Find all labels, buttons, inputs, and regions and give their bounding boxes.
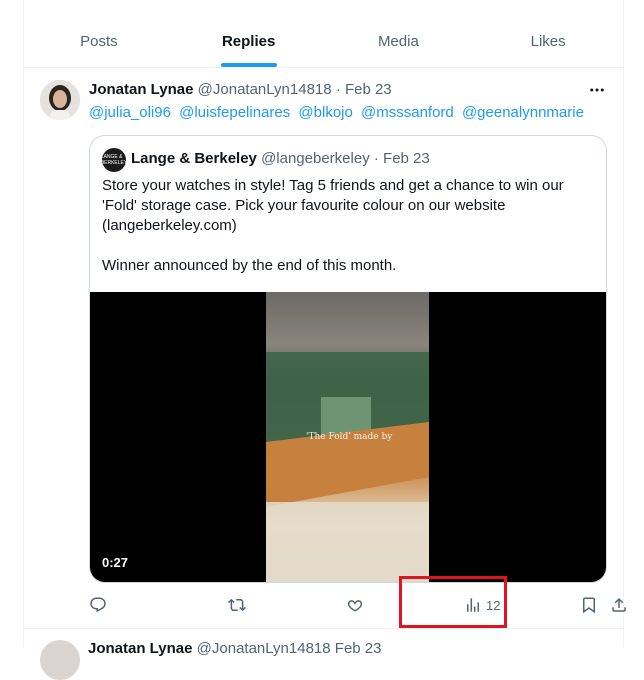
reply-icon [90, 597, 106, 613]
more-options-button[interactable] [587, 80, 607, 100]
active-tab-indicator [220, 63, 277, 67]
avatar-image [40, 80, 80, 120]
mention-link[interactable]: @msssanford [361, 104, 454, 121]
mention-link[interactable]: @geenalynnmarie [462, 104, 584, 121]
author-handle[interactable]: @JonatanLyn14818 [197, 640, 331, 657]
tab-replies[interactable]: Replies [174, 0, 324, 67]
tweet-header: Jonatan Lynae @JonatanLyn14818 · Feb 23 [89, 81, 392, 98]
heart-icon [347, 600, 363, 612]
quote-avatar[interactable]: LANGE & BERKELEY [101, 148, 127, 172]
share-button[interactable] [610, 593, 628, 617]
tab-label: Replies [221, 33, 276, 50]
tab-likes[interactable]: Likes [473, 0, 623, 67]
mention-link[interactable]: @julia_oli96 [89, 104, 171, 121]
reply-button[interactable] [89, 593, 107, 617]
more-icon [590, 88, 604, 92]
mention-link[interactable]: @luisfepelinares [179, 104, 290, 121]
video-duration: 0:27 [102, 555, 129, 570]
avatar[interactable] [40, 640, 80, 680]
repost-button[interactable] [228, 593, 246, 617]
video-player[interactable]: 'The Fold' made by 0:27 [90, 292, 606, 582]
bookmark-icon [583, 597, 595, 614]
annotation-highlight-box [399, 576, 507, 628]
tab-label: Posts [80, 33, 118, 50]
author-handle[interactable]: @JonatanLyn14818 [198, 81, 332, 98]
profile-timeline: Posts Replies Media Likes Jonatan Lynae … [23, 0, 626, 680]
tweet-actions: 12 [89, 593, 626, 617]
tweet-date[interactable]: Feb 23 [345, 81, 392, 98]
quote-author-handle[interactable]: @langeberkeley [261, 150, 370, 167]
quote-date[interactable]: Feb 23 [383, 150, 430, 167]
quote-author-name[interactable]: Lange & Berkeley [131, 150, 257, 167]
tab-label: Likes [530, 33, 566, 50]
avatar[interactable] [40, 80, 80, 120]
tweet-date[interactable]: Feb 23 [335, 640, 382, 657]
profile-tabs: Posts Replies Media Likes [24, 0, 623, 68]
tab-posts[interactable]: Posts [24, 0, 174, 67]
separator-dot: · [335, 81, 341, 98]
like-button[interactable] [346, 593, 364, 617]
reply-tweet[interactable]: Jonatan Lynae @JonatanLyn14818 · Feb 23 … [24, 68, 626, 629]
quote-text: Store your watches in style! Tag 5 frien… [102, 176, 594, 276]
mention-link[interactable]: @blkojo [298, 104, 352, 121]
quote-text-paragraph: Winner announced by the end of this mont… [102, 257, 397, 274]
separator-dot: · [373, 150, 379, 167]
author-name[interactable]: Jonatan Lynae [89, 81, 193, 98]
quote-header: Lange & Berkeley @langeberkeley · Feb 23 [131, 150, 430, 167]
bookmark-button[interactable] [580, 593, 598, 617]
author-name[interactable]: Jonatan Lynae [88, 640, 192, 657]
repost-icon [228, 598, 246, 612]
tab-label: Media [377, 33, 419, 50]
share-icon [612, 597, 626, 612]
next-tweet-header: Jonatan Lynae @JonatanLyn14818 Feb 23 [88, 640, 381, 680]
quote-text-paragraph: Store your watches in style! Tag 5 frien… [102, 177, 564, 234]
video-caption: 'The Fold' made by [306, 432, 393, 442]
tab-media[interactable]: Media [324, 0, 474, 67]
video-thumbnail: 'The Fold' made by [266, 292, 429, 582]
next-tweet-preview[interactable]: Jonatan Lynae @JonatanLyn14818 Feb 23 [40, 640, 381, 680]
mentions: @julia_oli96 @luisfepelinares @blkojo @m… [89, 104, 588, 121]
quoted-tweet[interactable]: LANGE & BERKELEY Lange & Berkeley @lange… [89, 135, 607, 583]
